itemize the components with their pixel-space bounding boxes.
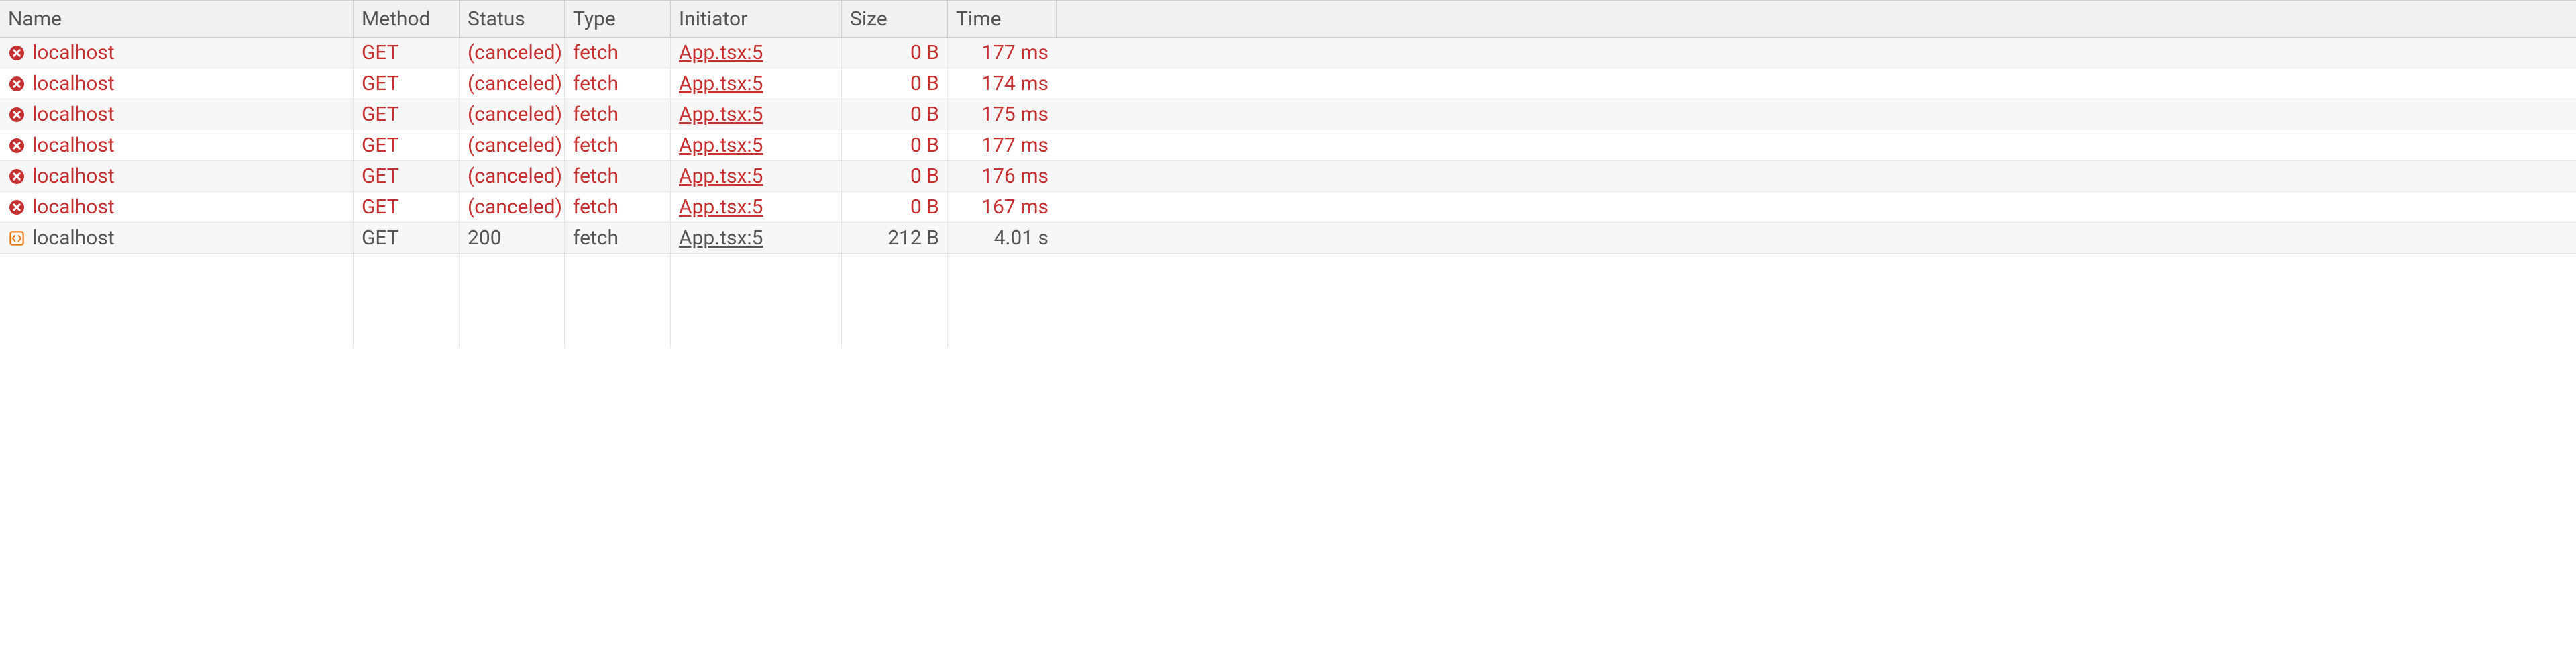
request-name: localhost (32, 41, 115, 64)
column-header-name[interactable]: Name (0, 1, 354, 37)
cell-status: 200 (460, 223, 565, 253)
request-name: localhost (32, 226, 115, 250)
request-name: localhost (32, 195, 115, 219)
cell-time: 176 ms (948, 161, 1057, 191)
initiator-link[interactable]: App.tsx:5 (679, 164, 763, 188)
cell-initiator: App.tsx:5 (671, 223, 842, 253)
cell-initiator: App.tsx:5 (671, 99, 842, 130)
initiator-link[interactable]: App.tsx:5 (679, 41, 763, 64)
cell-size: 0 B (842, 130, 948, 160)
table-empty-space (0, 254, 2576, 348)
request-name: localhost (32, 164, 115, 188)
cell-type: fetch (565, 192, 671, 222)
column-header-size[interactable]: Size (842, 1, 948, 37)
cell-status: (canceled) (460, 192, 565, 222)
cell-time: 167 ms (948, 192, 1057, 222)
request-name: localhost (32, 72, 115, 95)
cell-type: fetch (565, 223, 671, 253)
cell-name[interactable]: localhost (0, 192, 354, 222)
cell-method: GET (354, 161, 460, 191)
cell-time: 175 ms (948, 99, 1057, 130)
cell-size: 0 B (842, 161, 948, 191)
column-header-status[interactable]: Status (460, 1, 565, 37)
initiator-link[interactable]: App.tsx:5 (679, 195, 763, 219)
error-icon (8, 168, 25, 185)
cell-time: 177 ms (948, 38, 1057, 68)
initiator-link[interactable]: App.tsx:5 (679, 72, 763, 95)
cell-time: 174 ms (948, 68, 1057, 99)
cell-name[interactable]: localhost (0, 38, 354, 68)
cell-name[interactable]: localhost (0, 130, 354, 160)
request-name: localhost (32, 103, 115, 126)
cell-status: (canceled) (460, 130, 565, 160)
cell-type: fetch (565, 68, 671, 99)
cell-type: fetch (565, 130, 671, 160)
error-icon (8, 75, 25, 93)
table-row[interactable]: localhost GET(canceled)fetch App.tsx:5 0 B1… (0, 161, 2576, 192)
cell-time: 177 ms (948, 130, 1057, 160)
request-name: localhost (32, 134, 115, 157)
table-row[interactable]: localhost GET(canceled)fetch App.tsx:5 0 B1… (0, 99, 2576, 130)
script-icon (8, 229, 25, 247)
cell-initiator: App.tsx:5 (671, 38, 842, 68)
cell-size: 0 B (842, 99, 948, 130)
network-table: Name Method Status Type Initiator Size T… (0, 0, 2576, 348)
error-icon (8, 44, 25, 62)
cell-type: fetch (565, 99, 671, 130)
error-icon (8, 137, 25, 154)
initiator-link[interactable]: App.tsx:5 (679, 103, 763, 126)
cell-initiator: App.tsx:5 (671, 161, 842, 191)
table-row[interactable]: localhost GET(canceled)fetch App.tsx:5 0 B1… (0, 192, 2576, 223)
table-row[interactable]: localhost GET(canceled)fetch App.tsx:5 0 B1… (0, 130, 2576, 161)
table-row[interactable]: localhost GET(canceled)fetch App.tsx:5 0 B1… (0, 68, 2576, 99)
cell-initiator: App.tsx:5 (671, 68, 842, 99)
cell-name[interactable]: localhost (0, 161, 354, 191)
column-header-type[interactable]: Type (565, 1, 671, 37)
cell-method: GET (354, 130, 460, 160)
cell-method: GET (354, 192, 460, 222)
cell-method: GET (354, 223, 460, 253)
column-header-time[interactable]: Time (948, 1, 1057, 37)
cell-type: fetch (565, 161, 671, 191)
cell-name[interactable]: localhost (0, 68, 354, 99)
cell-method: GET (354, 68, 460, 99)
cell-time: 4.01 s (948, 223, 1057, 253)
error-icon (8, 199, 25, 216)
cell-method: GET (354, 38, 460, 68)
initiator-link[interactable]: App.tsx:5 (679, 134, 763, 157)
table-row[interactable]: localhost GET200fetch App.tsx:5 212 B4.01 s (0, 223, 2576, 254)
cell-initiator: App.tsx:5 (671, 192, 842, 222)
cell-method: GET (354, 99, 460, 130)
cell-status: (canceled) (460, 161, 565, 191)
table-header: Name Method Status Type Initiator Size T… (0, 0, 2576, 38)
initiator-link[interactable]: App.tsx:5 (679, 226, 763, 250)
cell-type: fetch (565, 38, 671, 68)
table-row[interactable]: localhost GET(canceled)fetch App.tsx:5 0 B1… (0, 38, 2576, 68)
cell-size: 0 B (842, 68, 948, 99)
cell-status: (canceled) (460, 38, 565, 68)
column-header-initiator[interactable]: Initiator (671, 1, 842, 37)
cell-size: 0 B (842, 38, 948, 68)
cell-size: 212 B (842, 223, 948, 253)
cell-name[interactable]: localhost (0, 99, 354, 130)
column-header-method[interactable]: Method (354, 1, 460, 37)
cell-initiator: App.tsx:5 (671, 130, 842, 160)
cell-size: 0 B (842, 192, 948, 222)
cell-status: (canceled) (460, 99, 565, 130)
error-icon (8, 106, 25, 123)
cell-status: (canceled) (460, 68, 565, 99)
cell-name[interactable]: localhost (0, 223, 354, 253)
